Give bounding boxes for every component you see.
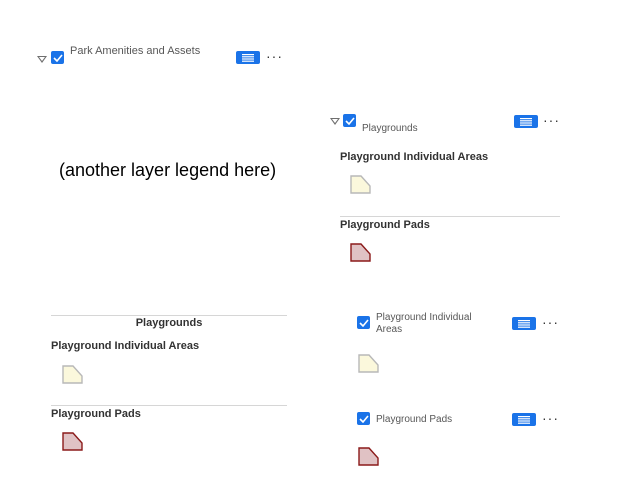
- checkbox-park-amenities[interactable]: [51, 51, 64, 64]
- checkbox-playground-pads[interactable]: [357, 412, 370, 425]
- checkbox-playgrounds[interactable]: [343, 114, 356, 127]
- checkmark-icon: [52, 53, 63, 62]
- caret-down-icon[interactable]: [37, 56, 47, 63]
- polygon-swatch-icon: [350, 175, 371, 194]
- polygon-swatch-icon: [350, 243, 371, 262]
- layer-label-individual-areas: Playground Individual Areas: [376, 312, 472, 336]
- legend-list-icon: [518, 415, 530, 424]
- pad-swatch: [62, 432, 84, 452]
- legend-title: Playgrounds: [135, 317, 203, 329]
- individual-area-swatch: [62, 365, 84, 385]
- caret-down-icon[interactable]: [330, 118, 340, 125]
- placeholder-text: (another layer legend here): [59, 160, 277, 180]
- pad-swatch: [350, 243, 372, 263]
- divider: [51, 405, 287, 406]
- legend-list-icon: [242, 53, 254, 62]
- legend-section-label: Playground Individual Areas: [51, 340, 200, 352]
- legend-toggle-button[interactable]: [514, 115, 538, 128]
- more-options-icon[interactable]: ···: [542, 315, 559, 329]
- legend-list-icon: [518, 319, 530, 328]
- more-options-icon[interactable]: ···: [266, 49, 283, 63]
- legend-list-icon: [520, 117, 532, 126]
- individual-area-swatch: [350, 175, 372, 195]
- divider: [340, 216, 560, 217]
- polygon-swatch-icon: [62, 432, 83, 451]
- legend-section-label: Playground Pads: [51, 408, 141, 420]
- legend-toggle-button[interactable]: [512, 317, 536, 330]
- pad-swatch: [358, 447, 380, 467]
- polygon-swatch-icon: [358, 354, 379, 373]
- polygon-swatch-icon: [358, 447, 379, 466]
- layer-label-pads: Playground Pads: [376, 414, 453, 425]
- checkmark-icon: [358, 318, 369, 327]
- legend-section-label: Playground Individual Areas: [340, 151, 489, 163]
- individual-area-swatch: [358, 354, 380, 374]
- divider: [51, 315, 287, 316]
- more-options-icon[interactable]: ···: [542, 411, 559, 425]
- group-label-playgrounds: Playgrounds: [362, 123, 418, 134]
- polygon-swatch-icon: [62, 365, 83, 384]
- checkbox-playground-individual-areas[interactable]: [357, 316, 370, 329]
- legend-toggle-button[interactable]: [236, 51, 260, 64]
- more-options-icon[interactable]: ···: [543, 113, 560, 127]
- layer-label-line: Areas: [376, 324, 403, 335]
- legend-toggle-button[interactable]: [512, 413, 536, 426]
- layer-label-line: Playground Individual: [376, 312, 472, 323]
- checkmark-icon: [344, 116, 355, 125]
- checkmark-icon: [358, 414, 369, 423]
- legend-section-label: Playground Pads: [340, 219, 430, 231]
- group-label-park-amenities: Park Amenities and Assets: [70, 45, 201, 57]
